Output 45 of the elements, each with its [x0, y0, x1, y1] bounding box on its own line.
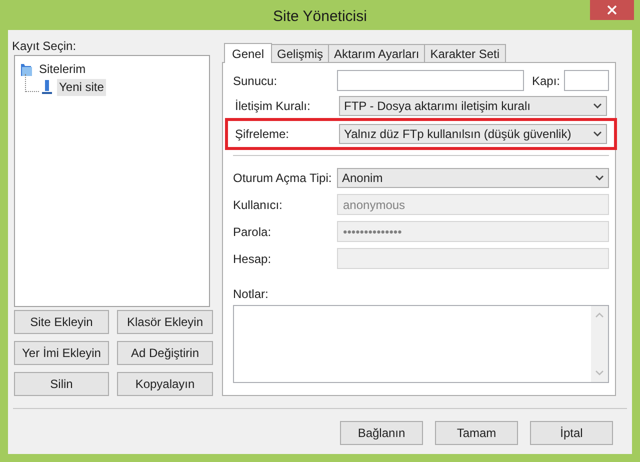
field-label: Sunucu:: [233, 72, 278, 90]
left-button[interactable]: Klasör Ekleyin: [117, 310, 213, 334]
left-button[interactable]: Silin: [14, 372, 109, 396]
folder-icon: [19, 61, 33, 77]
field-label: İletişim Kuralı:: [235, 98, 312, 115]
field-label: Kullanıcı:: [233, 196, 284, 214]
field-label: Kayıt Seçin:: [12, 38, 78, 54]
input-field[interactable]: [337, 70, 524, 91]
field-label: Oturum Açma Tipi:: [233, 170, 333, 187]
dropdown-value: Yalnız düz FTp kullanılsın (düşük güvenlik): [344, 126, 572, 143]
left-button[interactable]: Kopyalayın: [117, 372, 213, 396]
tree-item[interactable]: Yeni site: [57, 78, 106, 96]
field-label: Şifreleme:: [235, 126, 290, 143]
field-label: Notlar:: [233, 287, 270, 301]
input-field[interactable]: [564, 70, 609, 91]
chevron-down-icon: [593, 131, 602, 137]
dropdown-value: Anonim: [342, 170, 383, 187]
dropdown[interactable]: Anonim: [337, 168, 609, 188]
tab[interactable]: Gelişmiş: [271, 44, 330, 62]
dialog-button[interactable]: Bağlanın: [340, 421, 423, 445]
tab[interactable]: Genel: [224, 43, 272, 63]
chevron-down-icon: [595, 370, 604, 376]
left-button[interactable]: Site Ekleyin: [14, 310, 109, 334]
dropdown[interactable]: Yalnız düz FTp kullanılsın (düşük güvenlik): [339, 124, 607, 144]
tab[interactable]: Karakter Seti: [424, 44, 506, 62]
field-label: Parola:: [233, 224, 272, 240]
field-label: Hesap:: [233, 250, 272, 268]
field-label: Kapı:: [532, 72, 560, 90]
dropdown[interactable]: FTP - Dosya aktarımı iletişim kuralı: [339, 96, 607, 116]
left-button[interactable]: Yer İmi Ekleyin: [14, 341, 109, 365]
scrollbar[interactable]: [591, 306, 608, 382]
close-icon: [607, 5, 617, 15]
chevron-down-icon: [595, 175, 604, 181]
notes-field[interactable]: [233, 305, 609, 383]
computer-icon: [41, 79, 53, 95]
window-title: Site Yöneticisi: [273, 6, 367, 27]
chevron-down-icon: [593, 103, 602, 109]
tab[interactable]: Aktarım Ayarları: [328, 44, 426, 62]
left-button[interactable]: Ad Değiştirin: [117, 341, 213, 365]
close-button[interactable]: [590, 0, 634, 20]
chevron-up-icon: [595, 312, 604, 318]
tree-item[interactable]: Sitelerim: [37, 60, 88, 78]
dialog-button[interactable]: Tamam: [435, 421, 518, 445]
dropdown-value: FTP - Dosya aktarımı iletişim kuralı: [344, 98, 530, 115]
dialog-button[interactable]: İptal: [530, 421, 613, 445]
